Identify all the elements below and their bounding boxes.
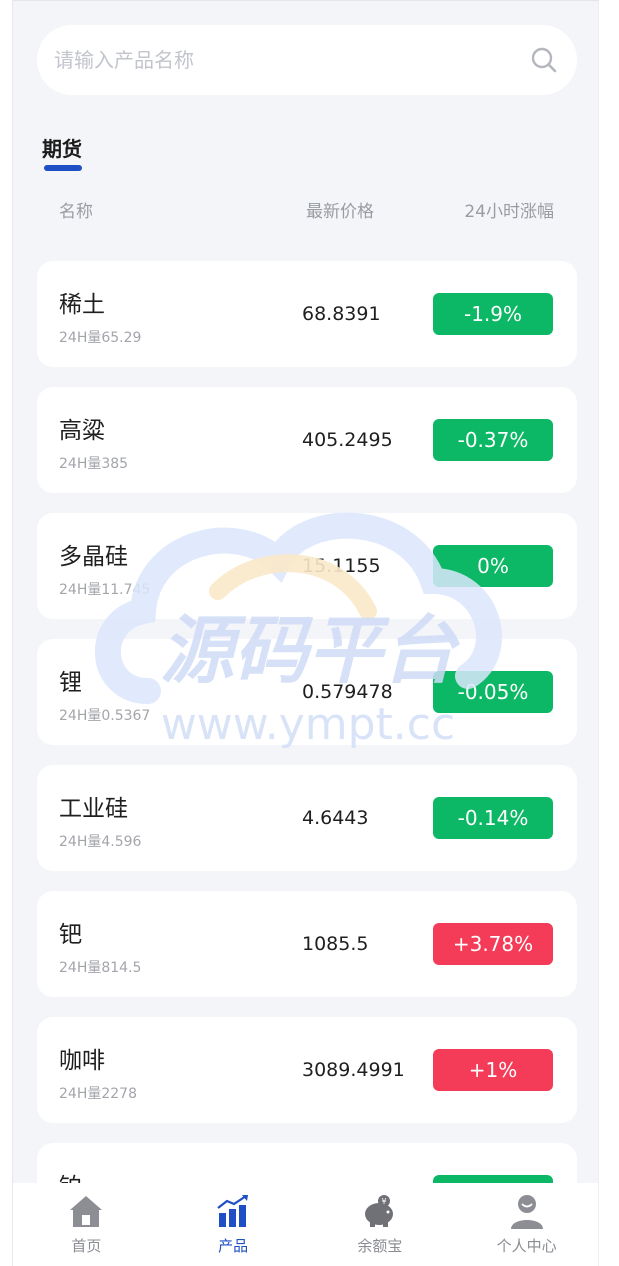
search-bar[interactable] xyxy=(37,25,577,95)
change-badge: 0% xyxy=(433,545,553,587)
bottom-tab-bar: 首页 产品 ¥ 余额宝 个人中心 xyxy=(13,1183,598,1266)
product-name: 钯 xyxy=(59,922,82,948)
product-name: 工业硅 xyxy=(59,796,128,822)
tab-balance[interactable]: ¥ 余额宝 xyxy=(307,1183,454,1266)
product-price: 405.2495 xyxy=(302,429,393,451)
product-price: 1085.5 xyxy=(302,933,369,955)
change-badge: -0.37% xyxy=(433,419,553,461)
app-screen: 期货 名称 最新价格 24小时涨幅 稀土 24H量65.29 68.8391 -… xyxy=(12,0,599,1266)
change-badge: -0.14% xyxy=(433,797,553,839)
product-row[interactable]: 锂 24H量0.5367 0.579478 -0.05% xyxy=(37,639,577,745)
product-row[interactable]: 高粱 24H量385 405.2495 -0.37% xyxy=(37,387,577,493)
product-volume: 24H量11.745 xyxy=(59,582,151,598)
product-price: 4.6443 xyxy=(302,807,369,829)
product-name: 咖啡 xyxy=(59,1048,105,1074)
search-icon[interactable] xyxy=(529,45,559,75)
change-badge: -0.05% xyxy=(433,671,553,713)
chart-icon xyxy=(217,1195,249,1227)
tab-label: 产品 xyxy=(218,1237,249,1255)
product-name: 锂 xyxy=(59,670,82,696)
product-name: 高粱 xyxy=(59,418,105,444)
product-row[interactable]: 咖啡 24H量2278 3089.4991 +1% xyxy=(37,1017,577,1123)
product-volume: 24H量814.5 xyxy=(59,960,142,976)
product-price: 3089.4991 xyxy=(302,1059,405,1081)
product-price: 0.579478 xyxy=(302,681,393,703)
change-badge: -1.9% xyxy=(433,293,553,335)
tab-label: 首页 xyxy=(71,1237,102,1255)
svg-text:¥: ¥ xyxy=(381,1197,386,1206)
product-name: 多晶硅 xyxy=(59,544,128,570)
product-volume: 24H量385 xyxy=(59,456,129,472)
product-list: 稀土 24H量65.29 68.8391 -1.9% 高粱 24H量385 40… xyxy=(37,261,577,1266)
search-input[interactable] xyxy=(54,48,529,72)
tab-products[interactable]: 产品 xyxy=(160,1183,307,1266)
product-volume: 24H量2278 xyxy=(59,1086,137,1102)
product-row[interactable]: 钯 24H量814.5 1085.5 +3.78% xyxy=(37,891,577,997)
change-badge: +1% xyxy=(433,1049,553,1091)
column-header-price: 最新价格 xyxy=(306,202,374,222)
piggy-bank-icon: ¥ xyxy=(364,1195,393,1227)
product-row[interactable]: 多晶硅 24H量11.745 15.1155 0% xyxy=(37,513,577,619)
product-name: 稀土 xyxy=(59,292,105,318)
tab-active-indicator xyxy=(44,165,82,171)
change-badge: +3.78% xyxy=(433,923,553,965)
user-icon xyxy=(510,1195,543,1229)
tab-home[interactable]: 首页 xyxy=(13,1183,160,1266)
home-icon xyxy=(70,1196,103,1227)
product-volume: 24H量65.29 xyxy=(59,330,142,346)
product-volume: 24H量4.596 xyxy=(59,834,142,850)
tab-label: 余额宝 xyxy=(357,1237,403,1255)
product-row[interactable]: 稀土 24H量65.29 68.8391 -1.9% xyxy=(37,261,577,367)
column-header-change: 24小时涨幅 xyxy=(464,202,554,222)
product-volume: 24H量0.5367 xyxy=(59,708,151,724)
product-row[interactable]: 工业硅 24H量4.596 4.6443 -0.14% xyxy=(37,765,577,871)
tab-profile[interactable]: 个人中心 xyxy=(453,1183,598,1266)
tab-futures[interactable]: 期货 xyxy=(42,133,82,162)
product-price: 15.1155 xyxy=(302,555,381,577)
tab-label: 个人中心 xyxy=(496,1237,557,1255)
product-price: 68.8391 xyxy=(302,303,381,325)
column-header-name: 名称 xyxy=(59,202,93,222)
